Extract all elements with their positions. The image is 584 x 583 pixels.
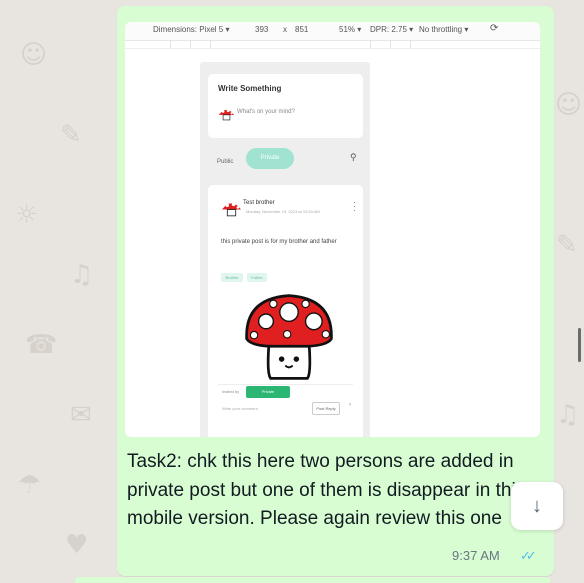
throttle-label: No throttling ▾: [419, 25, 469, 34]
post-input-placeholder[interactable]: What's on your mind?: [237, 109, 295, 115]
more-vertical-icon[interactable]: · · ·: [353, 199, 356, 215]
times-label: x: [283, 25, 287, 34]
scrollbar[interactable]: [578, 328, 581, 362]
next-message-bubble: [75, 577, 550, 583]
author-avatar: [222, 202, 241, 217]
post-reply-button[interactable]: Post Reply: [312, 402, 340, 415]
invited-chip: Private: [246, 386, 290, 398]
mushroom-image: [245, 294, 333, 380]
private-tab[interactable]: Private: [246, 148, 294, 169]
tag-brother: Brother: [221, 273, 243, 282]
arrow-down-icon: ↓: [532, 495, 542, 517]
ruler: [125, 40, 540, 49]
public-tab[interactable]: Public: [217, 159, 233, 165]
write-card: Write Something What's on your mind?: [208, 74, 363, 138]
post-date: Monday, November 13, 2023 at 10:45 AM: [246, 209, 320, 214]
dpr-label: DPR: 2.75 ▾: [370, 25, 414, 34]
mobile-preview: Write Something What's on your mind? Pub…: [200, 62, 370, 437]
double-check-icon: ✓✓: [520, 548, 537, 563]
zoom-label: 51% ▾: [339, 25, 362, 34]
comment-input[interactable]: Write your comment: [222, 406, 258, 411]
chevron-right-icon[interactable]: ›: [349, 402, 351, 408]
write-title: Write Something: [218, 84, 282, 93]
devtools-toolbar: Dimensions: Pixel 5 ▾ 393 x 851 51% ▾ DP…: [125, 22, 540, 41]
message-text: Task2: chk this here two persons are add…: [127, 451, 526, 529]
post-author: Test brother: [243, 200, 275, 206]
avatar: [218, 109, 235, 121]
post-card: Test brother Monday, November 13, 2023 a…: [208, 185, 363, 437]
rotate-icon: ⟳: [490, 23, 499, 34]
invited-label: Invited by: [222, 389, 240, 394]
divider: [218, 384, 353, 385]
post-text: this private post is for my brother and …: [221, 239, 337, 245]
attached-screenshot[interactable]: Dimensions: Pixel 5 ▾ 393 x 851 51% ▾ DP…: [125, 22, 540, 437]
width-value: 393: [255, 25, 269, 34]
tag-father: Father: [247, 273, 267, 282]
message-time: 9:37 AM: [452, 548, 500, 563]
height-value: 851: [295, 25, 309, 34]
search-icon[interactable]: ⚲: [350, 152, 357, 163]
scroll-down-button[interactable]: ↓: [511, 482, 563, 530]
dimensions-label: Dimensions: Pixel 5 ▾: [153, 25, 230, 34]
